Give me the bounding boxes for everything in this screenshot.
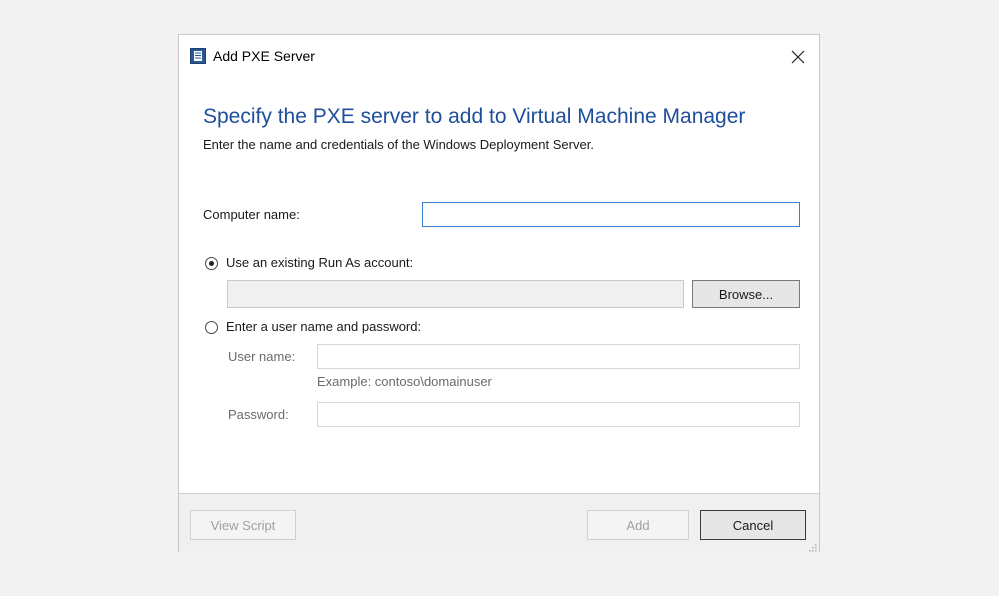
title-bar[interactable]: Add PXE Server [179,35,819,79]
computer-name-label: Computer name: [203,207,300,222]
dialog-footer: View Script Add Cancel [179,493,819,552]
run-as-label: Use an existing Run As account: [226,255,414,270]
resize-grip-icon[interactable] [807,540,817,552]
password-input[interactable] [317,402,800,427]
username-input[interactable] [317,344,800,369]
add-button[interactable]: Add [587,510,689,540]
user-pass-radio[interactable] [205,321,218,334]
close-button[interactable] [783,44,813,70]
computer-name-input[interactable] [422,202,800,227]
run-as-account-field [227,280,684,308]
close-icon [791,50,805,64]
user-pass-label: Enter a user name and password: [226,319,422,334]
username-example: Example: contoso\domainuser [317,374,492,389]
add-pxe-server-dialog: Add PXE Server Specify the PXE server to… [178,34,820,552]
page-heading: Specify the PXE server to add to Virtual… [203,105,746,128]
page-subheading: Enter the name and credentials of the Wi… [203,137,594,152]
browse-button[interactable]: Browse... [692,280,800,308]
cancel-button[interactable]: Cancel [700,510,806,540]
run-as-radio[interactable] [205,257,218,270]
view-script-button[interactable]: View Script [190,510,296,540]
password-label: Password: [228,407,289,422]
dialog-title: Add PXE Server [213,48,315,64]
username-label: User name: [228,349,296,364]
server-icon [190,48,206,64]
